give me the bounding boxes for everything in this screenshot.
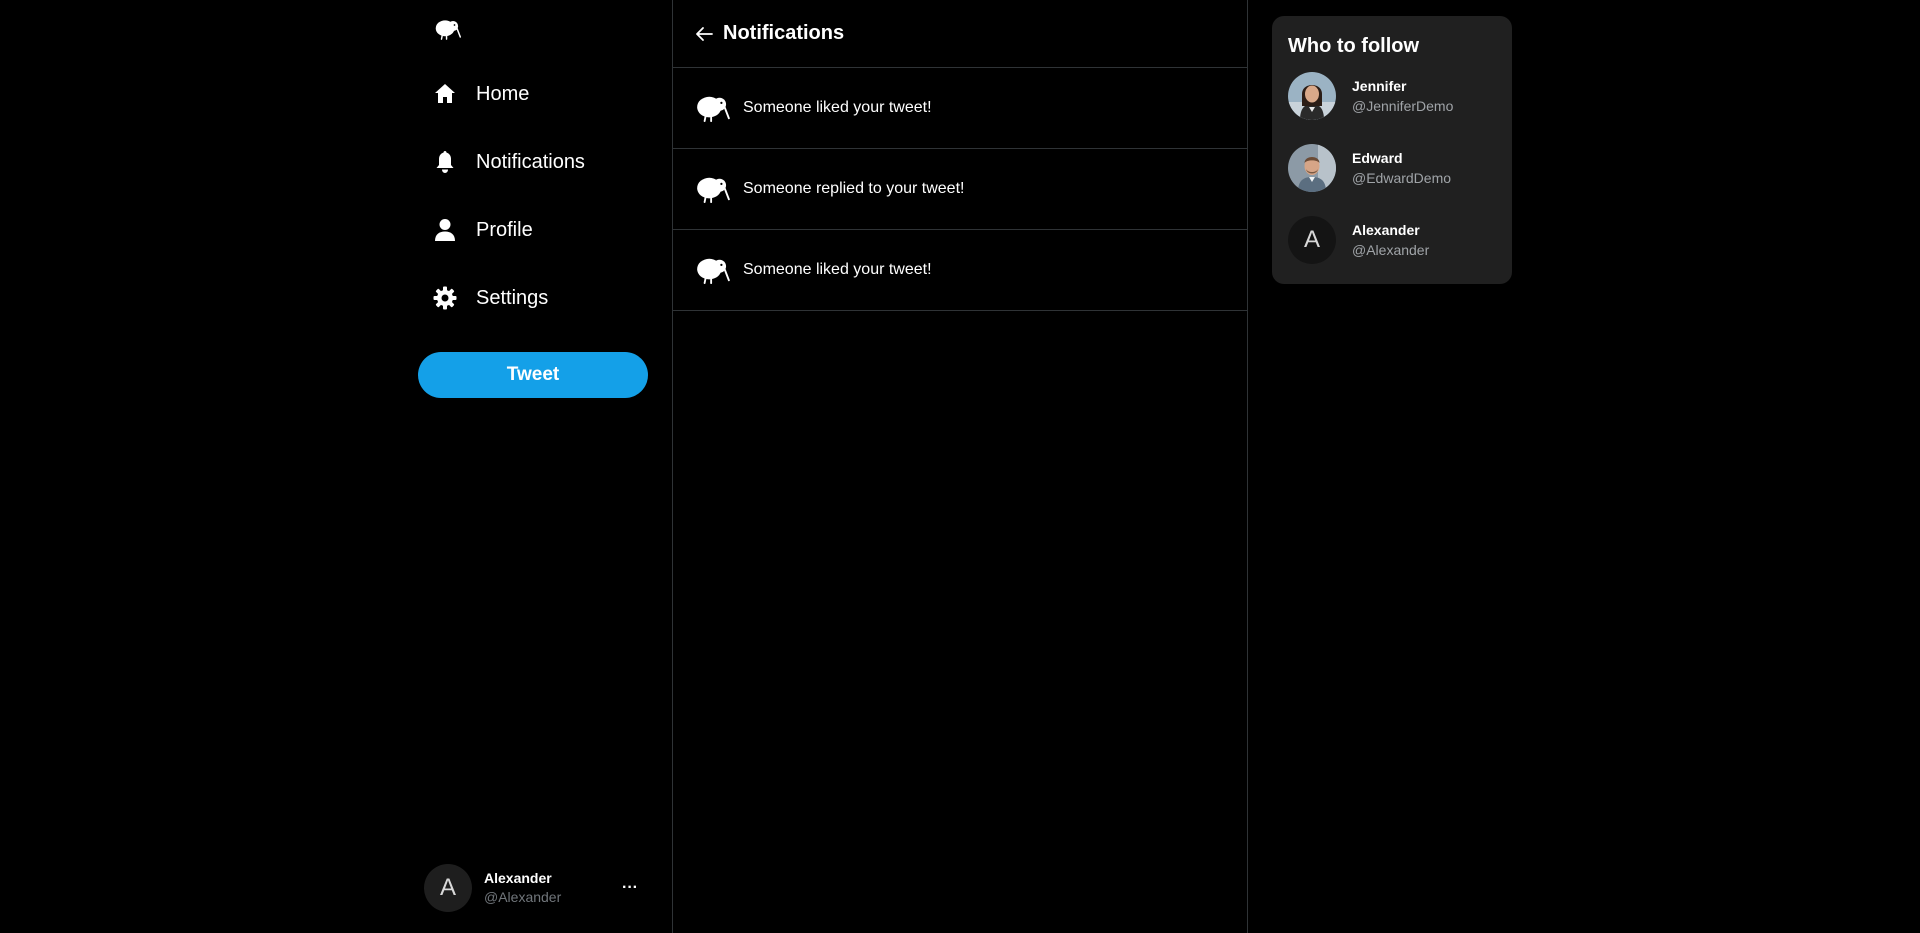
user-icon xyxy=(432,217,458,243)
notification-text: Someone replied to your tweet! xyxy=(743,180,965,197)
account-switcher[interactable]: A Alexander @Alexander ··· xyxy=(424,860,648,916)
kiwi-bird-icon xyxy=(695,174,731,204)
main-column: Notifications Someone liked your tweet! xyxy=(672,0,1248,933)
avatar xyxy=(1288,72,1336,120)
follow-suggestion-edward[interactable]: Edward @EdwardDemo xyxy=(1288,144,1496,192)
arrow-left-icon[interactable] xyxy=(693,23,715,45)
follow-suggestion-jennifer[interactable]: Jennifer @JenniferDemo xyxy=(1288,72,1496,120)
follow-user-handle: @EdwardDemo xyxy=(1352,169,1452,186)
more-icon[interactable]: ··· xyxy=(620,878,640,898)
kiwi-bird-icon xyxy=(695,93,731,123)
home-icon xyxy=(432,81,458,107)
account-info: Alexander @Alexander xyxy=(484,869,561,907)
follow-user-name: Jennifer xyxy=(1352,77,1407,94)
app-root: Home Notifications Profile Settings Twee… xyxy=(0,0,1920,933)
kiwi-bird-icon[interactable] xyxy=(433,14,463,44)
nav-item-notifications[interactable]: Notifications xyxy=(418,128,648,196)
page-header: Notifications xyxy=(673,0,1247,68)
bell-icon xyxy=(432,149,458,175)
gear-icon xyxy=(432,285,458,311)
tweet-button[interactable]: Tweet xyxy=(418,352,648,398)
follow-user-handle: @JenniferDemo xyxy=(1352,97,1454,114)
account-name: Alexander xyxy=(484,870,552,886)
page-title: Notifications xyxy=(723,22,845,44)
avatar: A xyxy=(424,864,472,912)
avatar xyxy=(1288,144,1336,192)
notification-item[interactable]: Someone liked your tweet! xyxy=(673,68,1247,149)
follow-user-info: Alexander @Alexander xyxy=(1352,221,1429,260)
follow-suggestion-alexander[interactable]: A Alexander @Alexander xyxy=(1288,216,1496,264)
avatar: A xyxy=(1288,216,1336,264)
kiwi-bird-icon xyxy=(695,255,731,285)
nav-item-home[interactable]: Home xyxy=(418,60,648,128)
nav-label-notifications: Notifications xyxy=(476,150,585,173)
notification-item[interactable]: Someone replied to your tweet! xyxy=(673,149,1247,230)
follow-user-info: Edward @EdwardDemo xyxy=(1352,149,1451,188)
nav-label-settings: Settings xyxy=(476,286,549,309)
who-to-follow-title: Who to follow xyxy=(1288,35,1420,57)
nav-label-profile: Profile xyxy=(476,218,533,241)
nav-item-settings[interactable]: Settings xyxy=(418,264,648,332)
sidebar: Home Notifications Profile Settings Twee… xyxy=(418,0,672,933)
notification-text: Someone liked your tweet! xyxy=(743,99,932,116)
notification-list: Someone liked your tweet! Someone replie… xyxy=(673,68,1247,311)
follow-user-info: Jennifer @JenniferDemo xyxy=(1352,77,1453,116)
notification-text: Someone liked your tweet! xyxy=(743,261,932,278)
nav-label-home: Home xyxy=(476,82,530,105)
account-handle: @Alexander xyxy=(484,889,562,905)
primary-nav: Home Notifications Profile Settings xyxy=(418,60,648,332)
nav-item-profile[interactable]: Profile xyxy=(418,196,648,264)
follow-user-name: Edward xyxy=(1352,149,1403,166)
follow-user-handle: @Alexander xyxy=(1352,241,1430,258)
who-to-follow-card: Who to follow Jennifer @JenniferDemo Edw… xyxy=(1272,16,1512,284)
follow-user-name: Alexander xyxy=(1352,221,1420,238)
notification-item[interactable]: Someone liked your tweet! xyxy=(673,230,1247,311)
